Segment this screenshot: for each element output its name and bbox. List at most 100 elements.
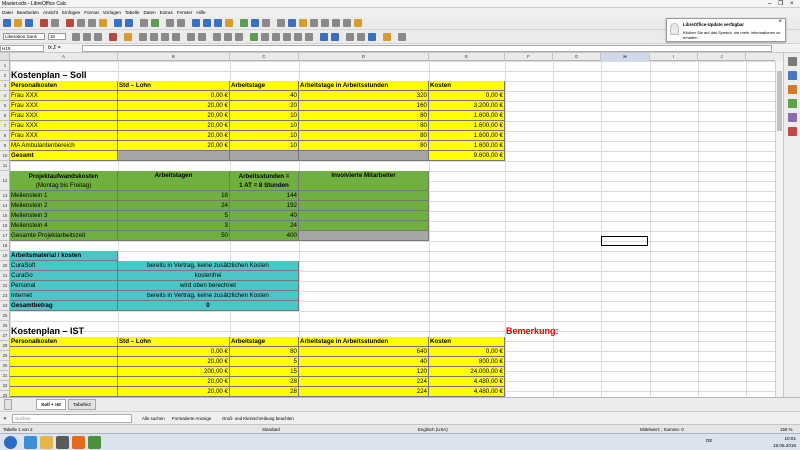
- align-middle-icon[interactable]: [224, 33, 232, 41]
- table-cell[interactable]: 20,00 €: [118, 387, 230, 397]
- soll-total-label[interactable]: Gesamt: [10, 151, 118, 161]
- row-header[interactable]: 24: [0, 301, 10, 311]
- table-cell[interactable]: 10: [230, 111, 299, 121]
- styles-icon[interactable]: [788, 85, 797, 94]
- soll-total-value[interactable]: 9.600,00 €: [429, 151, 505, 161]
- table-cell[interactable]: 160: [299, 101, 429, 111]
- image-icon[interactable]: [240, 19, 248, 27]
- menu-hilfe[interactable]: Hilfe: [194, 8, 207, 17]
- table-cell[interactable]: 20,00 €: [118, 357, 230, 367]
- table-cell[interactable]: Personal: [10, 281, 118, 291]
- conditional-icon[interactable]: [398, 33, 406, 41]
- table-cell[interactable]: 80: [230, 347, 299, 357]
- row-header[interactable]: 13: [0, 191, 10, 201]
- menu-bearbeiten[interactable]: Bearbeiten: [15, 8, 41, 17]
- firefox-icon[interactable]: [72, 436, 85, 449]
- table-cell[interactable]: [118, 151, 230, 161]
- row-header[interactable]: 3: [0, 81, 10, 91]
- maximize-button[interactable]: ❐: [778, 0, 783, 8]
- table-cell[interactable]: 224: [299, 377, 429, 387]
- table-cell[interactable]: Frau XXX: [10, 101, 118, 111]
- table-cell[interactable]: 10: [230, 141, 299, 151]
- background-color-icon[interactable]: [383, 33, 391, 41]
- table-cell[interactable]: 1.600,00 €: [429, 121, 505, 131]
- table-cell[interactable]: Frau XXX: [10, 91, 118, 101]
- new-icon[interactable]: [3, 19, 11, 27]
- projekt-header-arbeitstagen[interactable]: Arbeitstagen: [118, 171, 230, 191]
- table-cell[interactable]: Frau XXX: [10, 131, 118, 141]
- table-cell[interactable]: 3: [118, 221, 230, 231]
- header-footer-icon[interactable]: [310, 19, 318, 27]
- sort-descending-icon[interactable]: [214, 19, 222, 27]
- save-icon[interactable]: [25, 19, 33, 27]
- menu-daten[interactable]: Daten: [141, 8, 157, 17]
- table-cell[interactable]: Frau XXX: [10, 111, 118, 121]
- autofilter-icon[interactable]: [225, 19, 233, 27]
- table-cell[interactable]: 0,00 €: [429, 91, 505, 101]
- highlight-icon[interactable]: [124, 33, 132, 41]
- table-cell[interactable]: 1.600,00 €: [429, 141, 505, 151]
- delete-decimal-icon[interactable]: [305, 33, 313, 41]
- file-explorer-icon[interactable]: [40, 436, 53, 449]
- ist-header-personalkosten[interactable]: Personalkosten: [10, 337, 118, 347]
- table-cell[interactable]: bereits in Vertrag, keine zusätzlichen K…: [118, 291, 299, 301]
- projekt-header-mitarbeiter[interactable]: Involvierte Mitarbeiter: [299, 171, 429, 191]
- row-header[interactable]: 5: [0, 101, 10, 111]
- row-header[interactable]: 18: [0, 241, 10, 251]
- table-cell[interactable]: 40: [230, 91, 299, 101]
- table-cell[interactable]: 640: [299, 347, 429, 357]
- table-cell[interactable]: 28: [230, 377, 299, 387]
- table-cell[interactable]: [299, 211, 429, 221]
- column-header-d[interactable]: D: [299, 53, 429, 61]
- table-cell[interactable]: 15: [230, 367, 299, 377]
- row-header[interactable]: 27: [0, 331, 10, 341]
- open-icon[interactable]: [14, 19, 22, 27]
- table-cell[interactable]: 80: [299, 121, 429, 131]
- vertical-scrollbar[interactable]: [775, 61, 783, 397]
- table-cell[interactable]: 4.480,00 €: [429, 377, 505, 387]
- ist-remark-label[interactable]: Bemerkung:: [505, 326, 601, 336]
- add-decimal-icon[interactable]: [294, 33, 302, 41]
- spreadsheet-grid[interactable]: Kostenplan – Soll Personalkosten Std – L…: [10, 61, 783, 397]
- scrollbar-thumb[interactable]: [777, 71, 782, 131]
- border-style-icon[interactable]: [357, 33, 365, 41]
- italic-icon[interactable]: [83, 33, 91, 41]
- row-header[interactable]: 14: [0, 201, 10, 211]
- menu-einfuegen[interactable]: Einfügen: [60, 8, 82, 17]
- table-cell[interactable]: [10, 357, 118, 367]
- minimize-button[interactable]: –: [768, 0, 771, 8]
- projekt-header-c[interactable]: Arbeitsstunden = 1 AT = 8 Stunden: [230, 171, 299, 191]
- font-color-icon[interactable]: [109, 33, 117, 41]
- row-header[interactable]: 16: [0, 221, 10, 231]
- find-input[interactable]: Suchen: [12, 414, 132, 423]
- menu-tabelle[interactable]: Tabelle: [123, 8, 142, 17]
- row-header[interactable]: 4: [0, 91, 10, 101]
- name-box[interactable]: H19: [0, 45, 44, 52]
- row-header[interactable]: 22: [0, 281, 10, 291]
- column-header-c[interactable]: C: [230, 53, 299, 61]
- libreoffice-calc-icon[interactable]: [88, 436, 101, 449]
- table-cell[interactable]: [299, 201, 429, 211]
- table-cell[interactable]: [299, 221, 429, 231]
- table-cell[interactable]: [10, 347, 118, 357]
- table-cell[interactable]: CuraGo: [10, 271, 118, 281]
- table-cell[interactable]: 4.480,00 €: [429, 387, 505, 397]
- projekt-header-a[interactable]: Projektaufwandskosten (Montag bis Freita…: [10, 171, 118, 191]
- table-cell[interactable]: 120: [299, 367, 429, 377]
- table-cell[interactable]: [299, 191, 429, 201]
- row-header[interactable]: 21: [0, 271, 10, 281]
- column-header-b[interactable]: B: [118, 53, 230, 61]
- row-header[interactable]: 6: [0, 111, 10, 121]
- table-cell[interactable]: 800,00 €: [429, 357, 505, 367]
- row-icon[interactable]: [166, 19, 174, 27]
- table-cell[interactable]: 80: [299, 111, 429, 121]
- row-header[interactable]: 1: [0, 61, 10, 71]
- row-header[interactable]: 26: [0, 321, 10, 331]
- system-clock[interactable]: 10:01 18.05.2019: [773, 435, 796, 449]
- align-bottom-icon[interactable]: [235, 33, 243, 41]
- redo-icon[interactable]: [125, 19, 133, 27]
- merge-cells-icon[interactable]: [198, 33, 206, 41]
- pivot-table-icon[interactable]: [262, 19, 270, 27]
- table-cell[interactable]: 0,00 €: [118, 91, 230, 101]
- navigator-icon[interactable]: [788, 113, 797, 122]
